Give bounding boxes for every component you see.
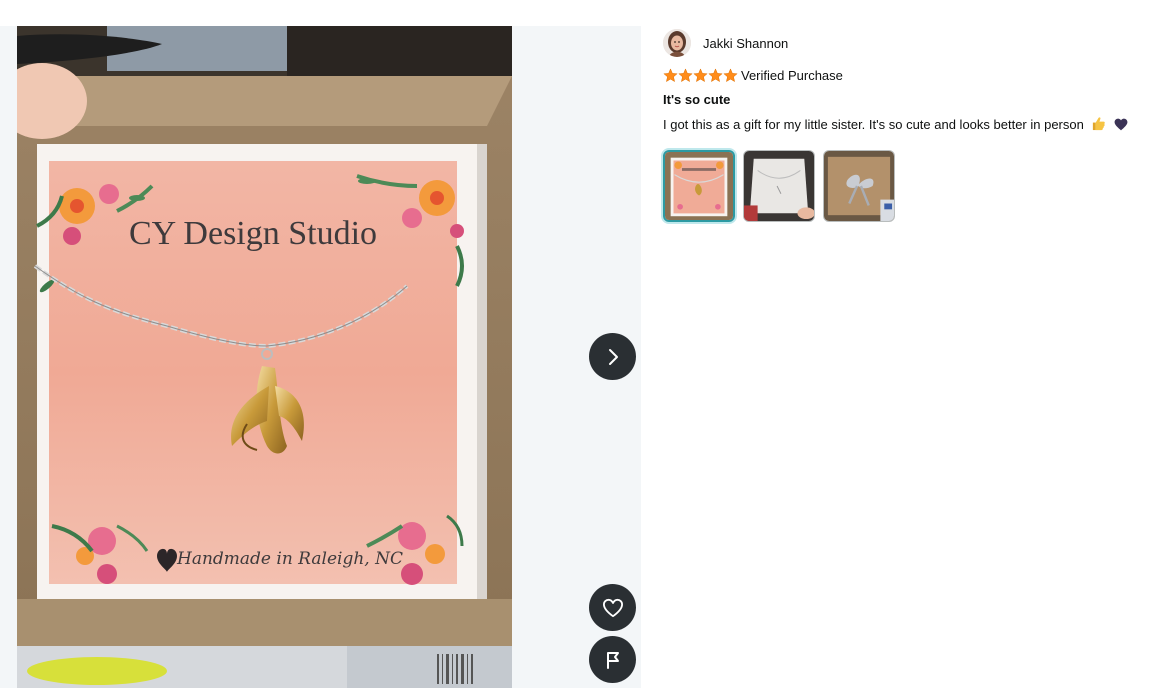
review-panel: Jakki Shannon Verified Purchase It's so … (663, 28, 1143, 222)
review-body: I got this as a gift for my little siste… (663, 116, 1143, 136)
reviewer-name[interactable]: Jakki Shannon (703, 36, 788, 51)
thumbnail-white-box[interactable] (743, 150, 815, 222)
verified-purchase-badge: Verified Purchase (741, 67, 843, 83)
person-avatar-icon[interactable] (663, 29, 691, 57)
rating-row: Verified Purchase (663, 66, 1143, 84)
star-icon (693, 67, 708, 82)
heart-outline-icon (602, 598, 623, 617)
star-icon (723, 67, 738, 82)
flag-icon (606, 651, 619, 669)
star-rating (663, 67, 738, 83)
reviewer-row: Jakki Shannon (663, 28, 1143, 58)
star-icon (678, 67, 693, 82)
purple-heart-icon (1114, 118, 1128, 136)
helpful-like-button[interactable] (589, 584, 636, 631)
chevron-right-icon (608, 348, 618, 365)
report-button[interactable] (589, 636, 636, 683)
review-photo: CY Design Studio Handmade in Raleigh, NC (17, 26, 512, 688)
thumbnail-necklace-card[interactable] (663, 150, 735, 222)
review-media-viewer: CY Design Studio Handmade in Raleigh, NC (0, 26, 641, 688)
review-title: It's so cute (663, 92, 731, 107)
photo-tagline: Handmade in Raleigh, NC (176, 549, 403, 569)
review-thumbnails (663, 150, 1143, 222)
star-icon (708, 67, 723, 82)
review-body-text: I got this as a gift for my little siste… (663, 117, 1084, 132)
next-image-button[interactable] (589, 333, 636, 380)
thumbnail-gift-bow[interactable] (823, 150, 895, 222)
thumbs-up-icon (1091, 116, 1106, 136)
star-icon (663, 67, 678, 82)
photo-caption: CY Design Studio (129, 215, 377, 252)
